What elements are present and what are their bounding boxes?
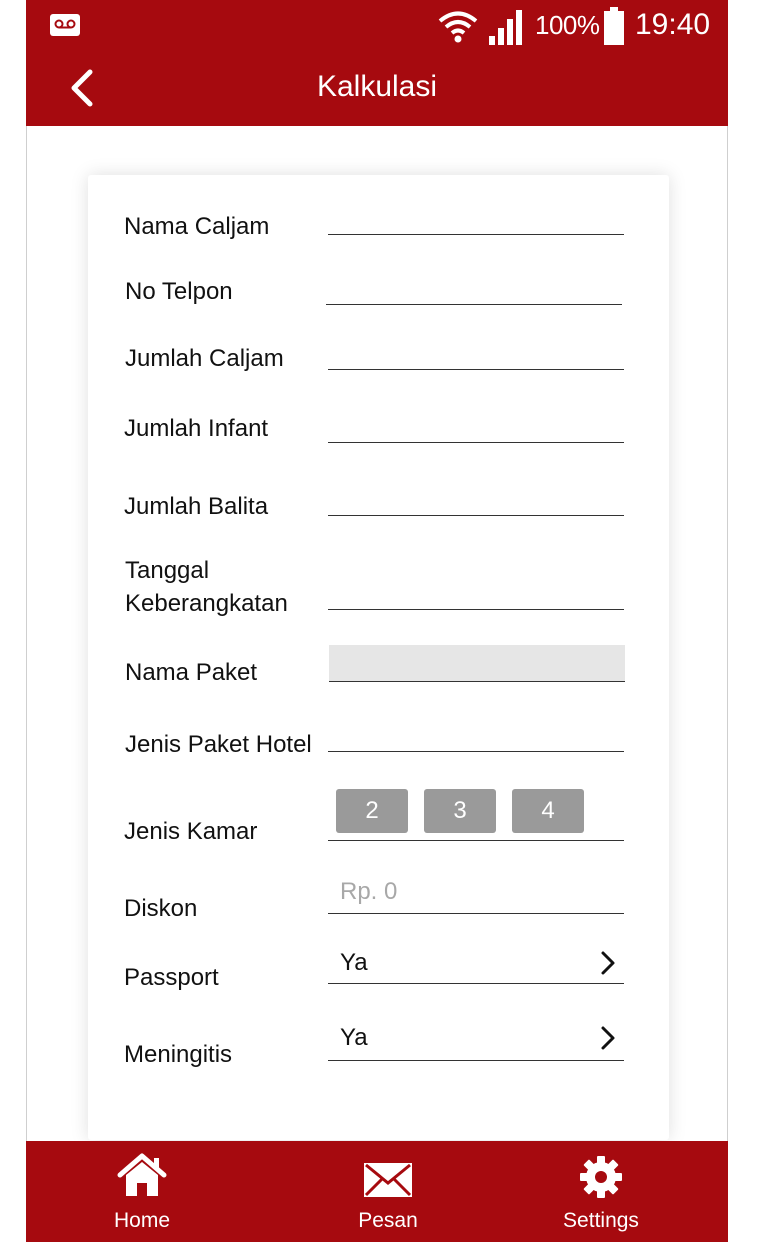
passport-label: Passport <box>124 964 219 991</box>
jenis-paket-hotel-input[interactable] <box>328 751 624 752</box>
home-icon <box>117 1153 167 1196</box>
nav-settings-label: Settings <box>563 1209 639 1232</box>
jenis-kamar-underline <box>328 840 624 841</box>
meningitis-chevron-icon[interactable] <box>598 1025 618 1051</box>
app-bar: Kalkulasi <box>26 52 728 126</box>
status-time: 19:40 <box>635 8 711 41</box>
kamar-option-2[interactable]: 2 <box>336 789 408 833</box>
passport-value[interactable]: Ya <box>340 949 368 977</box>
tanggal-keberangkatan-input[interactable] <box>328 609 624 610</box>
jumlah-caljam-input[interactable] <box>328 369 624 370</box>
meningitis-underline <box>328 1060 624 1061</box>
passport-underline <box>328 983 624 984</box>
nama-caljam-input[interactable] <box>328 234 624 235</box>
voicemail-icon <box>50 14 80 36</box>
jenis-kamar-label: Jenis Kamar <box>124 818 258 845</box>
kamar-option-3[interactable]: 3 <box>424 789 496 833</box>
kamar-option-4[interactable]: 4 <box>512 789 584 833</box>
wifi-icon <box>438 11 478 43</box>
nav-pesan[interactable]: Pesan <box>328 1141 448 1242</box>
nav-settings[interactable]: Settings <box>541 1141 661 1242</box>
diskon-underline <box>328 913 624 914</box>
page-title: Kalkulasi <box>316 70 438 103</box>
tanggal-label-line2: Keberangkatan <box>125 590 288 617</box>
jumlah-infant-label: Jumlah Infant <box>124 415 269 442</box>
meningitis-label: Meningitis <box>124 1041 233 1068</box>
gear-icon <box>580 1156 622 1198</box>
status-bar: 100% 19:40 <box>26 0 728 52</box>
jumlah-balita-input[interactable] <box>328 515 624 516</box>
nav-home[interactable]: Home <box>82 1141 202 1242</box>
nav-home-label: Home <box>113 1209 171 1232</box>
passport-chevron-icon[interactable] <box>598 950 618 976</box>
jenis-paket-hotel-label: Jenis Paket Hotel <box>125 731 312 758</box>
jumlah-balita-label: Jumlah Balita <box>124 493 269 520</box>
jumlah-caljam-label: Jumlah Caljam <box>125 345 284 372</box>
no-telpon-label: No Telpon <box>125 278 233 305</box>
bottom-navigation: Home Pesan Settings <box>26 1141 728 1242</box>
nama-paket-label: Nama Paket <box>125 659 258 686</box>
tanggal-label-line1: Tanggal <box>125 557 210 584</box>
nama-paket-field[interactable] <box>329 645 625 682</box>
diskon-label: Diskon <box>124 895 198 922</box>
diskon-input[interactable]: Rp. 0 <box>340 878 397 906</box>
mail-icon <box>364 1163 412 1197</box>
signal-icon <box>489 10 522 45</box>
battery-percentage: 100% <box>535 10 600 40</box>
jumlah-infant-input[interactable] <box>328 442 624 443</box>
meningitis-value[interactable]: Ya <box>340 1024 368 1052</box>
nav-pesan-label: Pesan <box>358 1209 418 1232</box>
nama-caljam-label: Nama Caljam <box>124 213 270 240</box>
no-telpon-input[interactable] <box>326 304 622 305</box>
battery-icon <box>604 7 624 45</box>
